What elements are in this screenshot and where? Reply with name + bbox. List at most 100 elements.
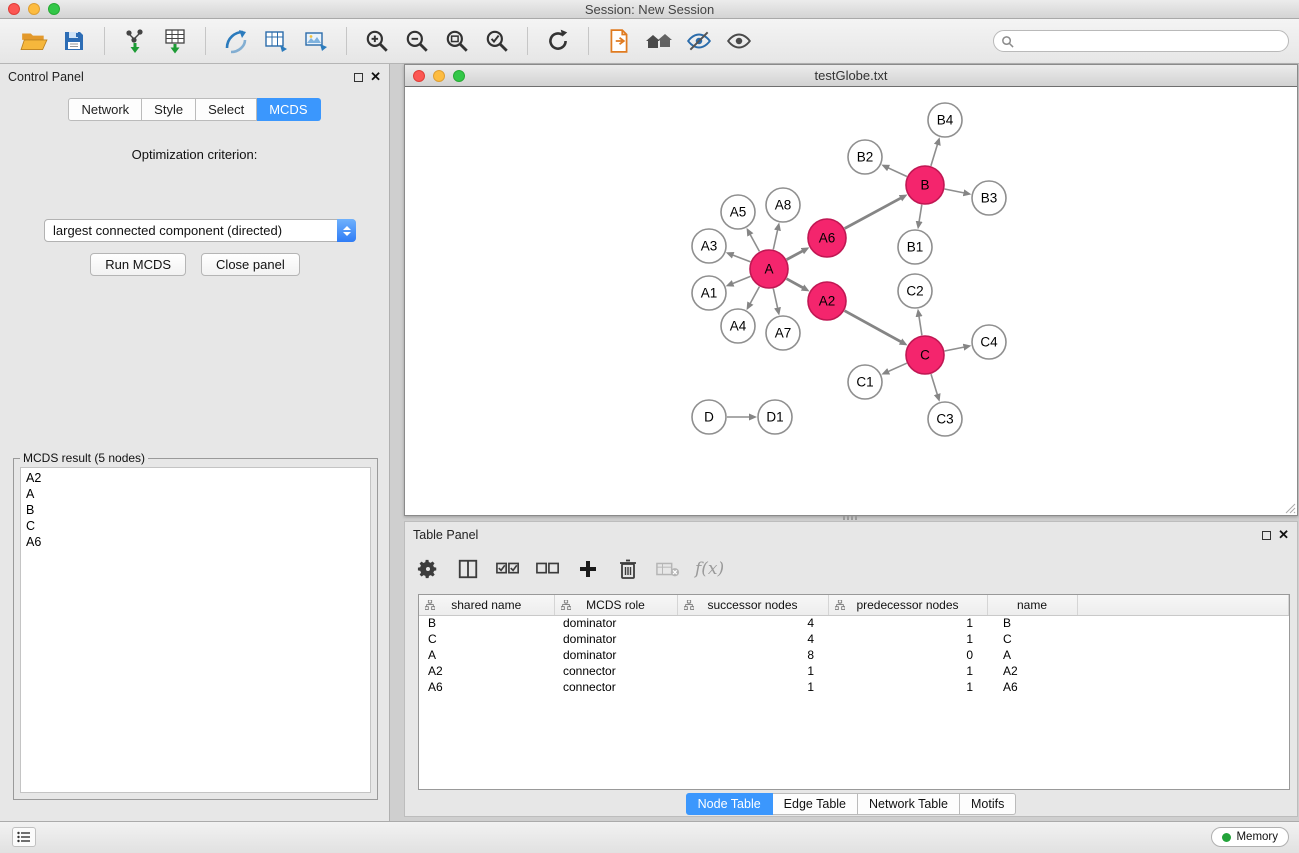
- table-cell[interactable]: 1: [828, 631, 987, 647]
- mcds-result-item[interactable]: C: [21, 518, 370, 534]
- graph-edge-A6-B[interactable]: [845, 198, 902, 229]
- graph-edge-C-C3[interactable]: [931, 374, 938, 395]
- mcds-result-item[interactable]: A6: [21, 534, 370, 550]
- resize-grip-icon[interactable]: [1283, 501, 1296, 514]
- close-table-panel-icon[interactable]: ✕: [1278, 530, 1289, 540]
- home-icon[interactable]: [642, 25, 676, 57]
- new-network-table-icon[interactable]: [259, 25, 293, 57]
- mcds-result-item[interactable]: A2: [21, 470, 370, 486]
- table-cell[interactable]: connector: [554, 679, 677, 695]
- table-row[interactable]: A2connector11A2: [419, 663, 1289, 679]
- delete-rows-icon[interactable]: [615, 556, 641, 582]
- select-all-icon[interactable]: [495, 556, 521, 582]
- search-field[interactable]: [993, 30, 1289, 52]
- table-cell[interactable]: A6: [987, 679, 1077, 695]
- graph-edge-A2-C[interactable]: [845, 311, 902, 342]
- table-cell[interactable]: B: [987, 615, 1077, 631]
- open-document-icon[interactable]: [602, 25, 636, 57]
- graph-edge-B-B2[interactable]: [888, 168, 907, 177]
- tab-node-table[interactable]: Node Table: [686, 793, 773, 815]
- graph-edge-C-C1[interactable]: [888, 363, 907, 372]
- table-cell[interactable]: A: [987, 647, 1077, 663]
- search-input[interactable]: [1019, 34, 1269, 48]
- add-row-icon[interactable]: [575, 556, 601, 582]
- column-header-shared-name[interactable]: shared name: [419, 595, 554, 615]
- table-cell[interactable]: connector: [554, 663, 677, 679]
- table-cell[interactable]: B: [419, 615, 554, 631]
- table-cell[interactable]: A2: [419, 663, 554, 679]
- zoom-fit-icon[interactable]: [440, 25, 474, 57]
- new-network-icon[interactable]: [219, 25, 253, 57]
- table-cell[interactable]: 4: [677, 615, 828, 631]
- import-network-from-file-icon[interactable]: [118, 25, 152, 57]
- table-cell[interactable]: dominator: [554, 631, 677, 647]
- graph-edge-B-B3[interactable]: [945, 189, 965, 193]
- graph-edge-A-A3[interactable]: [732, 255, 750, 262]
- memory-button[interactable]: Memory: [1211, 827, 1289, 847]
- column-header-successor-nodes[interactable]: successor nodes: [677, 595, 828, 615]
- table-row[interactable]: Adominator80A: [419, 647, 1289, 663]
- open-session-icon[interactable]: [17, 25, 51, 57]
- show-columns-icon[interactable]: [455, 556, 481, 582]
- table-row[interactable]: Cdominator41C: [419, 631, 1289, 647]
- tab-motifs[interactable]: Motifs: [960, 793, 1016, 815]
- panel-splitter-handle[interactable]: [843, 516, 859, 520]
- table-cell[interactable]: A: [419, 647, 554, 663]
- table-row[interactable]: Bdominator41B: [419, 615, 1289, 631]
- table-cell[interactable]: dominator: [554, 647, 677, 663]
- refresh-icon[interactable]: [541, 25, 575, 57]
- table-row[interactable]: A6connector11A6: [419, 679, 1289, 695]
- mcds-result-list[interactable]: A2ABCA6: [20, 467, 371, 793]
- table-cell[interactable]: C: [419, 631, 554, 647]
- unselect-all-icon[interactable]: [535, 556, 561, 582]
- network-canvas[interactable]: B4B2BB3A5A8A6B1A3AC2A1A2A4A7C4CC1C3DD1: [405, 87, 1297, 515]
- tab-style[interactable]: Style: [142, 98, 196, 121]
- tab-select[interactable]: Select: [196, 98, 257, 121]
- run-mcds-button[interactable]: Run MCDS: [90, 253, 186, 276]
- tab-mcds[interactable]: MCDS: [257, 98, 320, 121]
- save-session-icon[interactable]: [57, 25, 91, 57]
- tab-edge-table[interactable]: Edge Table: [773, 793, 858, 815]
- table-cell[interactable]: A2: [987, 663, 1077, 679]
- zoom-in-icon[interactable]: [360, 25, 394, 57]
- table-cell[interactable]: 1: [828, 663, 987, 679]
- table-cell[interactable]: A6: [419, 679, 554, 695]
- export-image-icon[interactable]: [299, 25, 333, 57]
- table-cell[interactable]: 1: [828, 615, 987, 631]
- graph-edge-A-A2[interactable]: [787, 279, 804, 288]
- function-builder-icon[interactable]: f(x): [695, 559, 724, 579]
- graph-edge-A-A8[interactable]: [773, 229, 777, 249]
- graph-edge-A-A1[interactable]: [732, 276, 750, 283]
- table-cell[interactable]: 1: [828, 679, 987, 695]
- column-header-name[interactable]: name: [987, 595, 1077, 615]
- dropdown-stepper-icon[interactable]: [337, 219, 356, 242]
- float-table-panel-icon[interactable]: [1262, 531, 1271, 540]
- graph-edge-A-A4[interactable]: [750, 287, 760, 304]
- show-details-icon[interactable]: [722, 25, 756, 57]
- tab-network[interactable]: Network: [68, 98, 142, 121]
- graph-edge-B-B1[interactable]: [919, 205, 922, 223]
- table-cell[interactable]: dominator: [554, 615, 677, 631]
- zoom-selected-icon[interactable]: [480, 25, 514, 57]
- import-table-from-file-icon[interactable]: [158, 25, 192, 57]
- graph-edge-C-C4[interactable]: [945, 347, 965, 351]
- close-panel-button[interactable]: Close panel: [201, 253, 300, 276]
- table-cell[interactable]: 1: [677, 663, 828, 679]
- delete-table-icon[interactable]: [655, 556, 681, 582]
- table-cell[interactable]: C: [987, 631, 1077, 647]
- mcds-result-item[interactable]: A: [21, 486, 370, 502]
- table-cell[interactable]: 1: [677, 679, 828, 695]
- paint-details-icon[interactable]: [682, 25, 716, 57]
- settings-gear-icon[interactable]: [415, 556, 441, 582]
- task-history-button[interactable]: [12, 827, 36, 847]
- table-cell[interactable]: 8: [677, 647, 828, 663]
- column-header-predecessor-nodes[interactable]: predecessor nodes: [828, 595, 987, 615]
- graph-edge-C-C2[interactable]: [919, 316, 922, 336]
- table-cell[interactable]: 0: [828, 647, 987, 663]
- column-header-mcds-role[interactable]: MCDS role: [554, 595, 677, 615]
- graph-edge-B-B4[interactable]: [931, 144, 938, 166]
- close-panel-icon[interactable]: ✕: [370, 72, 381, 82]
- graph-edge-A-A6[interactable]: [787, 251, 804, 260]
- table-cell[interactable]: 4: [677, 631, 828, 647]
- float-panel-icon[interactable]: [354, 73, 363, 82]
